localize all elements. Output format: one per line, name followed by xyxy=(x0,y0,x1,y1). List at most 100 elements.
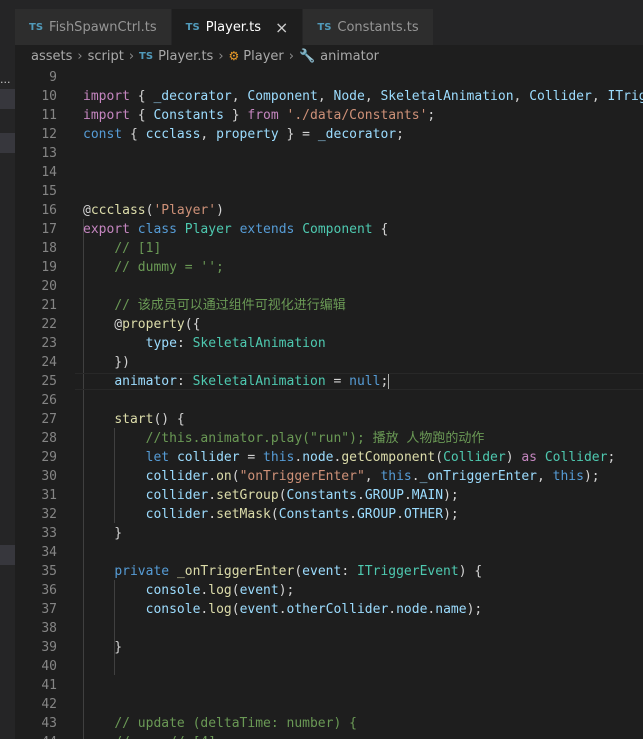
code-line[interactable]: 42 xyxy=(15,695,643,714)
line-number: 39 xyxy=(41,640,57,655)
code-line[interactable]: 9 xyxy=(15,68,643,87)
code-text[interactable]: animator: SkeletalAnimation = null; xyxy=(83,372,390,391)
code-line[interactable]: 18 // [1] xyxy=(15,239,643,258)
code-line[interactable]: 30 collider.on("onTriggerEnter", this._o… xyxy=(15,467,643,486)
code-text[interactable]: private _onTriggerEnter(event: ITriggerE… xyxy=(83,562,482,581)
code-line[interactable]: 22 @property({ xyxy=(15,315,643,334)
line-number: 18 xyxy=(41,241,57,256)
code-line[interactable]: 28 //this.animator.play("run"); 播放 人物跑的动… xyxy=(15,429,643,448)
code-text[interactable]: } xyxy=(83,524,122,543)
line-number: 41 xyxy=(41,678,57,693)
code-line[interactable]: 14 xyxy=(15,163,643,182)
code-text[interactable]: collider.on("onTriggerEnter", this._onTr… xyxy=(83,467,600,486)
code-line[interactable]: 38 xyxy=(15,619,643,638)
code-line[interactable]: 27 start() { xyxy=(15,410,643,429)
code-line[interactable]: 10 import { _decorator, Component, Node, … xyxy=(15,87,643,106)
code-line[interactable]: 13 xyxy=(15,144,643,163)
tab-constants[interactable]: TS Constants.ts xyxy=(303,9,434,45)
sidebar-highlight-row[interactable] xyxy=(0,545,15,565)
line-number: 20 xyxy=(41,279,57,294)
code-text[interactable]: } xyxy=(83,638,122,657)
code-text[interactable]: @property({ xyxy=(83,315,200,334)
code-line[interactable]: 34 xyxy=(15,543,643,562)
code-text[interactable]: collider.setGroup(Constants.GROUP.MAIN); xyxy=(83,486,459,505)
code-line[interactable]: 39 } xyxy=(15,638,643,657)
sidebar-selected-row[interactable] xyxy=(0,89,15,109)
title-strip xyxy=(0,0,643,9)
sidebar-selected-row-2[interactable] xyxy=(0,133,15,153)
code-text[interactable]: type: SkeletalAnimation xyxy=(83,334,326,353)
line-number: 34 xyxy=(41,545,57,560)
code-line[interactable]: 31 collider.setGroup(Constants.GROUP.MAI… xyxy=(15,486,643,505)
code-text[interactable]: //this.animator.play("run"); 播放 人物跑的动作 xyxy=(83,429,485,448)
code-text[interactable]: import { _decorator, Component, Node, Sk… xyxy=(83,87,643,106)
code-text[interactable]: const { ccclass, property } = _decorator… xyxy=(83,125,404,144)
code-line[interactable]: 20 xyxy=(15,277,643,296)
code-line[interactable]: 23 type: SkeletalAnimation xyxy=(15,334,643,353)
code-text[interactable]: collider.setMask(Constants.GROUP.OTHER); xyxy=(83,505,459,524)
breadcrumb-folder-assets[interactable]: assets xyxy=(31,49,72,64)
line-number: 35 xyxy=(41,564,57,579)
code-line[interactable]: 35 private _onTriggerEnter(event: ITrigg… xyxy=(15,562,643,581)
code-line[interactable]: 16 @ccclass('Player') xyxy=(15,201,643,220)
line-number: 10 xyxy=(41,89,57,104)
code-text[interactable]: @ccclass('Player') xyxy=(83,201,224,220)
code-line[interactable]: 15 xyxy=(15,182,643,201)
tab-label: Player.ts xyxy=(205,19,261,35)
line-number: 24 xyxy=(41,355,57,370)
code-line[interactable]: 11 import { Constants } from './data/Cons… xyxy=(15,106,643,125)
code-text[interactable]: // dummy = ''; xyxy=(83,258,224,277)
code-line[interactable]: 36 console.log(event); xyxy=(15,581,643,600)
code-text[interactable]: import { Constants } from './data/Consta… xyxy=(83,106,435,125)
breadcrumb-class[interactable]: Player xyxy=(243,49,283,64)
tab-fishspawnctrl[interactable]: TS FishSpawnCtrl.ts xyxy=(15,9,172,45)
line-number: 37 xyxy=(41,602,57,617)
text-cursor xyxy=(388,374,390,389)
code-text[interactable]: export class Player extends Component { xyxy=(83,220,388,239)
code-line[interactable]: 29 let collider = this.node.getComponent… xyxy=(15,448,643,467)
code-line[interactable]: 21 // 该成员可以通过组件可视化进行编辑 xyxy=(15,296,643,315)
code-editor[interactable]: 9 10 import { _decorator, Component, Node,… xyxy=(15,67,643,739)
code-line[interactable]: 37 console.log(event.otherCollider.node.… xyxy=(15,600,643,619)
line-number: 13 xyxy=(41,146,57,161)
code-line[interactable]: 32 collider.setMask(Constants.GROUP.OTHE… xyxy=(15,505,643,524)
line-number: 22 xyxy=(41,317,57,332)
code-line[interactable]: 17 export class Player extends Component … xyxy=(15,220,643,239)
tab-label: Constants.ts xyxy=(337,19,419,35)
code-text[interactable]: // 该成员可以通过组件可视化进行编辑 xyxy=(83,296,345,315)
typescript-icon: TS xyxy=(317,21,332,33)
tab-player[interactable]: TS Player.ts × xyxy=(171,9,304,45)
line-number: 38 xyxy=(41,621,57,636)
code-text[interactable]: // update (deltaTime: number) { xyxy=(83,714,357,733)
line-number: 40 xyxy=(41,659,57,674)
line-number: 11 xyxy=(41,108,57,123)
line-number: 32 xyxy=(41,507,57,522)
code-line[interactable]: 33 } xyxy=(15,524,643,543)
line-number: 19 xyxy=(41,260,57,275)
breadcrumb-folder-script[interactable]: script xyxy=(88,49,124,64)
close-icon[interactable]: × xyxy=(275,18,288,37)
code-text[interactable]: // [1] xyxy=(83,239,161,258)
code-text[interactable]: console.log(event.otherCollider.node.nam… xyxy=(83,600,483,619)
line-number: 23 xyxy=(41,336,57,351)
line-number: 29 xyxy=(41,450,57,465)
code-line[interactable]: 43 // update (deltaTime: number) { xyxy=(15,714,643,733)
code-line[interactable]: 19 // dummy = ''; xyxy=(15,258,643,277)
chevron-right-icon: › xyxy=(288,48,294,64)
breadcrumb-file[interactable]: Player.ts xyxy=(158,49,213,64)
code-text[interactable]: }) xyxy=(83,353,130,372)
sidebar-truncated-text: ... xyxy=(0,73,11,86)
code-text[interactable]: let collider = this.node.getComponent(Co… xyxy=(83,448,616,467)
breadcrumb-member[interactable]: animator xyxy=(320,49,379,64)
code-text[interactable]: start() { xyxy=(83,410,184,429)
code-line[interactable]: 44 // // [4] xyxy=(15,733,643,739)
code-text[interactable]: console.log(event); xyxy=(83,581,295,600)
code-line[interactable]: 25 animator: SkeletalAnimation = null; xyxy=(15,372,643,391)
code-line[interactable]: 40 xyxy=(15,657,643,676)
code-line[interactable]: 24 }) xyxy=(15,353,643,372)
code-line[interactable]: 41 xyxy=(15,676,643,695)
code-line[interactable]: 12 const { ccclass, property } = _decorat… xyxy=(15,125,643,144)
code-line[interactable]: 26 xyxy=(15,391,643,410)
tab-label: FishSpawnCtrl.ts xyxy=(49,19,157,35)
code-text[interactable]: // // [4] xyxy=(83,733,216,739)
